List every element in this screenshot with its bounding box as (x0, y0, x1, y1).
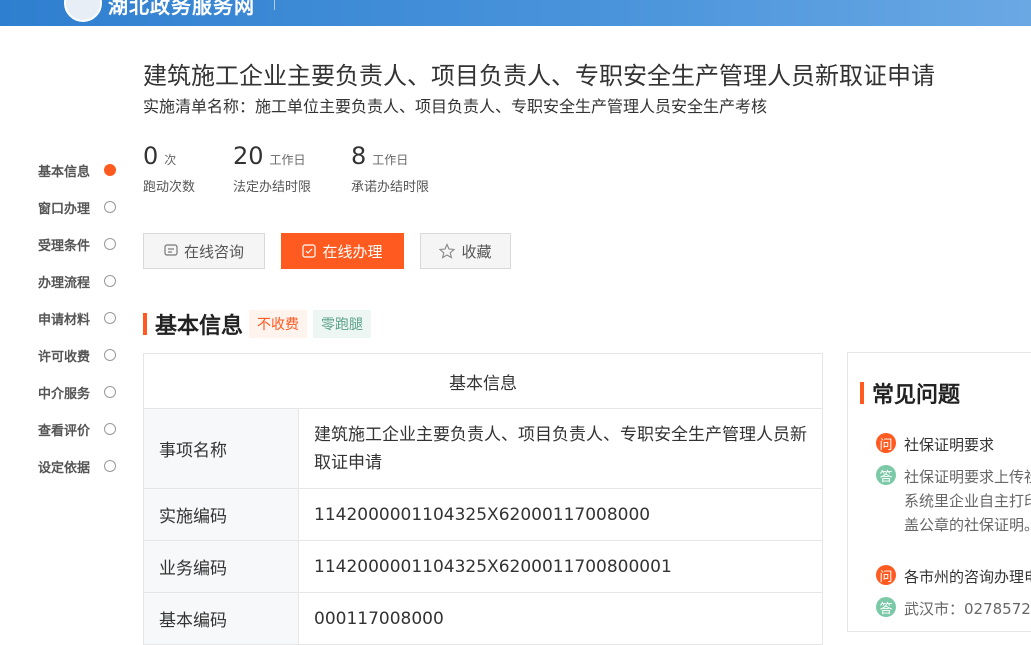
stat-label: 跑动次数 (143, 180, 196, 195)
side-nav-label: 许可收费 (38, 349, 91, 365)
basic-info-table: 基本信息 事项名称 建筑施工企业主要负责人、项目负责人、专职安全生产管理人员新取… (143, 353, 823, 645)
stat-label: 法定办结时限 (233, 180, 312, 195)
faq-panel: 常见问题 问 社保证明要求 答 社保证明要求上传社保系统里企业自主打印加盖公章的… (847, 352, 1031, 632)
answer-badge-icon: 答 (876, 465, 896, 485)
question-badge-icon: 问 (876, 565, 896, 585)
nav-dot-icon (104, 423, 116, 435)
side-nav-label: 窗口办理 (38, 201, 91, 217)
table-key: 实施编码 (143, 488, 299, 541)
stat-value: 0 (143, 142, 159, 170)
side-nav-label: 中介服务 (38, 386, 91, 402)
side-nav-item-fees[interactable]: 许可收费 (38, 345, 118, 365)
side-nav-label: 查看评价 (38, 423, 91, 439)
side-nav-item-basis[interactable]: 设定依据 (38, 456, 118, 476)
favorite-label: 收藏 (461, 242, 492, 261)
chat-icon (164, 244, 178, 256)
nav-dot-icon (104, 460, 116, 472)
section-accent-bar (143, 313, 147, 335)
side-nav-label: 办理流程 (38, 275, 91, 291)
online-apply-button[interactable]: 在线办理 (281, 233, 404, 269)
stat-value: 8 (351, 142, 367, 170)
header-divider (274, 0, 275, 10)
side-nav-label: 受理条件 (38, 238, 91, 254)
online-consult-label: 在线咨询 (183, 242, 244, 261)
favorite-button[interactable]: 收藏 (420, 233, 511, 269)
faq-question[interactable]: 问 社保证明要求 (876, 433, 994, 457)
stat-promised-limit: 8 工作日 承诺办结时限 (351, 142, 429, 195)
faq-question-text: 各市州的咨询办理电话 (904, 568, 1031, 586)
nav-dot-icon (104, 312, 116, 324)
answer-badge-icon: 答 (876, 597, 896, 617)
stat-unit: 工作日 (372, 153, 409, 167)
nav-dot-icon (104, 386, 116, 398)
online-apply-label: 在线办理 (322, 242, 383, 261)
faq-answer-text: 武汉市：02785725 (904, 600, 1031, 618)
side-nav-item-basic-info[interactable]: 基本信息 (38, 160, 118, 180)
side-nav-item-window[interactable]: 窗口办理 (38, 197, 118, 217)
stat-label: 承诺办结时限 (351, 180, 430, 195)
faq-answer: 答 武汉市：02785725 (876, 597, 1031, 621)
side-nav-item-agency[interactable]: 中介服务 (38, 382, 118, 402)
stat-unit: 工作日 (269, 153, 306, 167)
faq-question-text: 社保证明要求 (904, 436, 995, 454)
table-row: 实施编码 1142000001104325X62000117008000 (143, 488, 823, 541)
faq-question[interactable]: 问 各市州的咨询办理电话 (876, 565, 1031, 589)
nav-dot-icon (104, 275, 116, 287)
nav-dot-icon (104, 349, 116, 361)
star-icon (439, 243, 456, 259)
table-row: 业务编码 1142000001104325X6200011700800001 (143, 540, 823, 593)
site-logo[interactable] (64, 0, 102, 22)
table-header-row: 基本信息 (143, 353, 823, 409)
nav-dot-icon (104, 238, 116, 250)
section-title: 基本信息 (155, 314, 244, 339)
table-value: 1142000001104325X62000117008000 (298, 488, 823, 541)
stat-legal-limit: 20 工作日 法定办结时限 (233, 142, 311, 195)
side-nav-label: 基本信息 (38, 164, 91, 180)
faq-title: 常见问题 (872, 383, 961, 408)
table-key: 业务编码 (143, 540, 299, 593)
faq-answer: 答 社保证明要求上传社保系统里企业自主打印加盖公章的社保证明。 (876, 465, 1031, 537)
side-nav-item-conditions[interactable]: 受理条件 (38, 234, 118, 254)
stat-unit: 次 (164, 153, 177, 167)
side-nav-item-reviews[interactable]: 查看评价 (38, 419, 118, 439)
table-row: 事项名称 建筑施工企业主要负责人、项目负责人、专职安全生产管理人员新取证申请 (143, 408, 823, 489)
faq-heading: 常见问题 (860, 377, 960, 409)
top-header: 湖北政务服务网 (0, 0, 1031, 26)
faq-accent-bar (860, 382, 864, 404)
table-key: 事项名称 (143, 408, 299, 489)
side-nav-label: 申请材料 (38, 312, 91, 328)
table-header: 基本信息 (143, 353, 823, 409)
apply-icon (302, 244, 317, 258)
online-consult-button[interactable]: 在线咨询 (143, 233, 265, 269)
page-subtitle: 实施清单名称：施工单位主要负责人、项目负责人、专职安全生产管理人员安全生产考核 (143, 97, 768, 116)
faq-answer-text: 社保证明要求上传社保系统里企业自主打印加盖公章的社保证明。 (904, 468, 1031, 534)
stat-trips: 0次 跑动次数 (143, 142, 195, 195)
table-value: 1142000001104325X6200011700800001 (298, 540, 823, 593)
stat-value: 20 (233, 142, 264, 170)
page-title: 建筑施工企业主要负责人、项目负责人、专职安全生产管理人员新取证申请 (143, 62, 935, 90)
nav-dot-icon (104, 164, 116, 176)
tag-no-fee: 不收费 (249, 310, 308, 338)
tag-zero-trips: 零跑腿 (313, 310, 372, 338)
site-name[interactable]: 湖北政务服务网 (108, 0, 255, 19)
section-heading: 基本信息 不收费 零跑腿 (143, 310, 372, 339)
question-badge-icon: 问 (876, 433, 896, 453)
nav-dot-icon (104, 201, 116, 213)
side-nav-label: 设定依据 (38, 460, 91, 476)
table-value: 建筑施工企业主要负责人、项目负责人、专职安全生产管理人员新取证申请 (298, 408, 823, 489)
side-nav-item-process[interactable]: 办理流程 (38, 271, 118, 291)
side-nav-item-materials[interactable]: 申请材料 (38, 308, 118, 328)
